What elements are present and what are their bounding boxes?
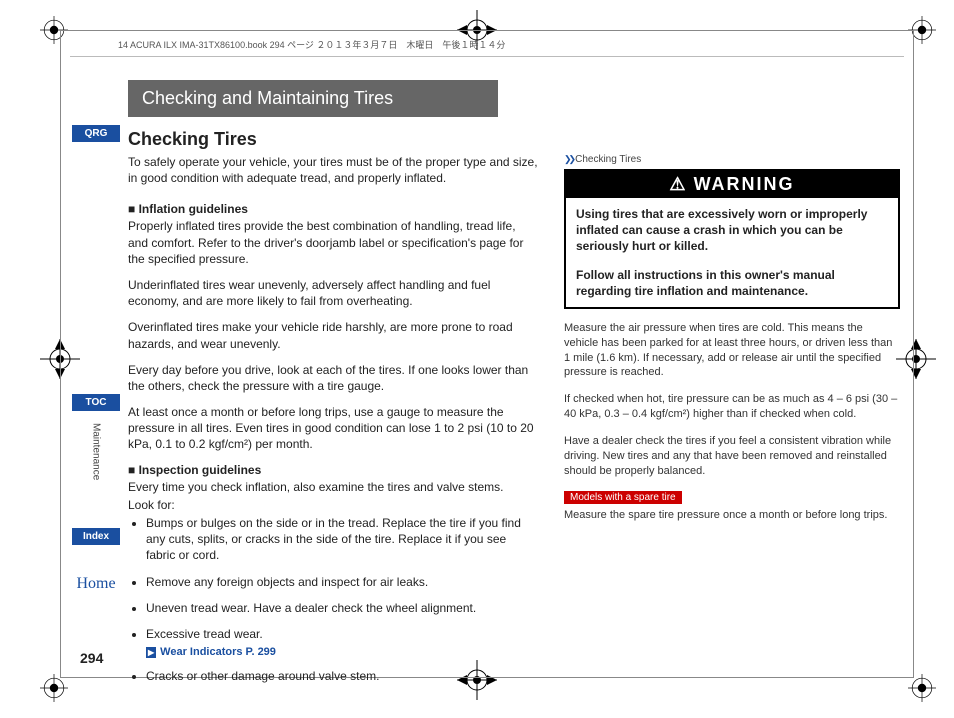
warning-text: Using tires that are excessively worn or… [576, 206, 888, 255]
body-text: Every day before you drive, look at each… [128, 362, 538, 394]
main-column: To safely operate your vehicle, your tir… [128, 154, 538, 694]
body-text: Overinflated tires make your vehicle rid… [128, 319, 538, 351]
chapter-title: Checking and Maintaining Tires [128, 80, 498, 117]
body-text: Underinflated tires wear unevenly, adver… [128, 277, 538, 309]
body-text: Properly inflated tires provide the best… [128, 218, 538, 267]
inspection-heading: Inspection guidelines [128, 463, 538, 477]
wear-indicators-link[interactable]: Wear Indicators P. 299 [146, 646, 538, 658]
registration-mark-icon [40, 674, 68, 702]
toc-link[interactable]: TOC [72, 394, 120, 411]
warning-text: Follow all instructions in this owner's … [576, 267, 888, 299]
warning-body: Using tires that are excessively worn or… [566, 198, 898, 307]
warning-title: WARNING [566, 171, 898, 198]
book-metadata: 14 ACURA ILX IMA-31TX86100.book 294 ページ … [118, 38, 505, 51]
intro-text: To safely operate your vehicle, your tir… [128, 154, 538, 186]
list-item: Uneven tread wear. Have a dealer check t… [146, 600, 538, 616]
side-text: Measure the spare tire pressure once a m… [564, 508, 900, 523]
index-link[interactable]: Index [72, 528, 120, 545]
qrg-link[interactable]: QRG [72, 125, 120, 142]
model-tag: Models with a spare tire [564, 491, 682, 504]
divider [70, 56, 904, 57]
page-number: 294 [80, 650, 103, 666]
section-label: Maintenance [91, 423, 102, 480]
registration-mark-icon [908, 674, 936, 702]
inspection-list: Bumps or bulges on the side or in the tr… [146, 515, 538, 642]
body-text: At least once a month or before long tri… [128, 404, 538, 453]
side-text: Measure the air pressure when tires are … [564, 321, 900, 380]
side-text: Have a dealer check the tires if you fee… [564, 434, 900, 479]
page-content: Checking and Maintaining Tires Checking … [128, 80, 900, 694]
list-item: Cracks or other damage around valve stem… [146, 668, 538, 684]
sidebar-nav: QRG TOC Maintenance Index Home [72, 125, 120, 593]
list-item: Excessive tread wear. [146, 626, 538, 642]
home-link[interactable]: Home [76, 575, 115, 592]
inflation-heading: Inflation guidelines [128, 202, 538, 216]
list-item: Remove any foreign objects and inspect f… [146, 574, 538, 590]
section-title: Checking Tires [128, 129, 900, 150]
inspection-list: Cracks or other damage around valve stem… [146, 668, 538, 684]
warning-box: WARNING Using tires that are excessively… [564, 169, 900, 309]
side-text: If checked when hot, tire pressure can b… [564, 392, 900, 422]
list-item: Bumps or bulges on the side or in the tr… [146, 515, 538, 564]
body-text: Look for: [128, 497, 538, 513]
side-heading: Checking Tires [564, 154, 900, 165]
body-text: Every time you check inflation, also exa… [128, 479, 538, 495]
side-column: Checking Tires WARNING Using tires that … [564, 154, 900, 694]
